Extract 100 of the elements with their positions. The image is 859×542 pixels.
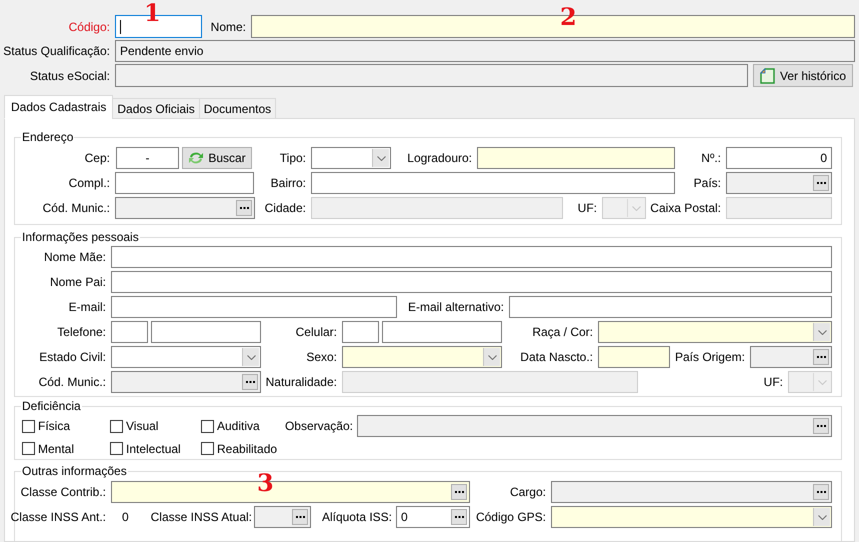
dropdown[interactable]	[342, 346, 502, 368]
field-label: Caixa Postal:	[650, 201, 721, 215]
checkbox[interactable]	[201, 442, 214, 455]
text-field[interactable]	[111, 321, 148, 343]
text-field[interactable]: Pendente envio	[115, 40, 855, 62]
field-label: Logradouro:	[406, 151, 472, 165]
field-label: Status Qualificação:	[2, 44, 110, 58]
ellipsis-icon	[246, 380, 254, 384]
field-label: Classe INSS Ant.:	[10, 510, 106, 524]
group-title: Deficiência	[21, 399, 82, 413]
dropdown[interactable]	[551, 506, 832, 528]
tab[interactable]: Dados Oficiais	[112, 98, 200, 119]
chevron-down-icon	[488, 354, 496, 360]
text-field[interactable]	[115, 64, 748, 87]
lookup-button[interactable]	[451, 484, 467, 500]
text-field[interactable]	[115, 172, 254, 194]
ellipsis-icon	[240, 206, 248, 210]
text-field[interactable]	[382, 321, 502, 343]
field-label: E-mail:	[68, 300, 106, 314]
field-label: Classe INSS Atual:	[150, 510, 252, 524]
lookup-button[interactable]	[242, 374, 258, 390]
lookup-button[interactable]	[813, 418, 829, 434]
field-label: Raça / Cor:	[531, 325, 593, 339]
group-title: Informações pessoais	[21, 230, 140, 244]
checkbox[interactable]	[110, 442, 123, 455]
lookup-field[interactable]	[254, 506, 311, 528]
ellipsis-icon	[816, 182, 826, 184]
lookup-button[interactable]	[813, 349, 829, 365]
checkbox[interactable]	[22, 420, 35, 432]
checkbox-label: Física	[38, 419, 70, 433]
ellipsis-icon	[816, 424, 826, 428]
field-label: Cód. Munic.:	[42, 201, 110, 215]
lookup-field[interactable]	[115, 197, 255, 219]
field-label: Compl.:	[68, 176, 110, 190]
text-field[interactable]	[111, 271, 832, 293]
ellipsis-icon	[296, 516, 304, 518]
text-field[interactable]	[311, 172, 675, 194]
chevron-down-icon	[246, 354, 256, 360]
text-field[interactable]: -	[116, 147, 179, 169]
field-label: Observação:	[285, 419, 353, 433]
field-label: Naturalidade:	[264, 375, 337, 389]
field-label: Código GPS:	[474, 510, 546, 524]
field-label: Sexo:	[305, 350, 337, 364]
lookup-button[interactable]	[813, 175, 829, 191]
field-label: Cargo:	[508, 485, 546, 499]
tab[interactable]: Documentos	[198, 98, 276, 119]
checkbox-label: Visual	[126, 419, 158, 433]
lookup-button[interactable]	[236, 200, 252, 216]
field-label: Nome Mãe:	[42, 250, 106, 264]
push-button[interactable]: Ver histórico	[753, 64, 853, 87]
push-button[interactable]: Buscar	[182, 147, 252, 169]
field-label: Alíquota ISS:	[320, 510, 392, 524]
text-field[interactable]	[509, 296, 832, 318]
dropdown[interactable]	[111, 346, 261, 368]
field-label: Status eSocial:	[28, 68, 110, 82]
dropdown[interactable]	[311, 147, 391, 169]
field-label: Nome:	[210, 20, 246, 34]
document-icon	[760, 68, 776, 84]
lookup-field[interactable]	[750, 346, 832, 368]
dropdown[interactable]	[598, 321, 832, 343]
checkbox[interactable]	[201, 420, 214, 432]
text-field[interactable]: 0	[726, 147, 832, 169]
field-label: Classe Contrib.:	[20, 485, 106, 499]
lookup-button[interactable]	[292, 509, 308, 525]
chevron-down-icon	[818, 380, 826, 384]
field-label: E-mail alternativo:	[406, 300, 504, 314]
text-field[interactable]	[151, 321, 261, 343]
field-label: País:	[692, 176, 721, 190]
group-title: Endereço	[21, 130, 74, 144]
refresh-icon	[188, 151, 204, 165]
lookup-button[interactable]	[813, 484, 829, 500]
field-label: Estado Civil:	[38, 350, 106, 364]
tab[interactable]: Dados Cadastrais	[4, 95, 114, 119]
ellipsis-icon	[454, 516, 464, 518]
field-value: 0	[122, 510, 130, 524]
chevron-down-icon	[818, 330, 826, 334]
text-field[interactable]	[111, 296, 397, 318]
lookup-button[interactable]	[451, 509, 467, 525]
field-label: País Origem:	[674, 350, 745, 364]
field-label: Nome Pai:	[48, 275, 106, 289]
field-label: Telefone:	[56, 325, 106, 339]
text-field[interactable]	[111, 246, 832, 268]
field-label: Celular:	[294, 325, 337, 339]
lookup-field[interactable]	[357, 415, 832, 437]
field-label: UF:	[576, 201, 597, 215]
field-label: Cep:	[84, 151, 110, 165]
text-field[interactable]	[598, 346, 670, 368]
checkbox[interactable]	[22, 442, 35, 455]
text-field[interactable]	[477, 147, 675, 169]
lookup-field[interactable]	[551, 481, 832, 503]
field-label: Tipo:	[278, 151, 306, 165]
lookup-field[interactable]	[111, 371, 261, 393]
field-label: UF:	[762, 375, 783, 389]
ellipsis-icon	[816, 356, 826, 358]
text-field[interactable]	[342, 321, 379, 343]
lookup-field[interactable]	[726, 172, 832, 194]
chevron-down-icon	[376, 156, 386, 160]
lookup-field[interactable]: 0	[396, 506, 470, 528]
field-label: Data Nascto.:	[519, 350, 593, 364]
checkbox[interactable]	[110, 420, 123, 432]
